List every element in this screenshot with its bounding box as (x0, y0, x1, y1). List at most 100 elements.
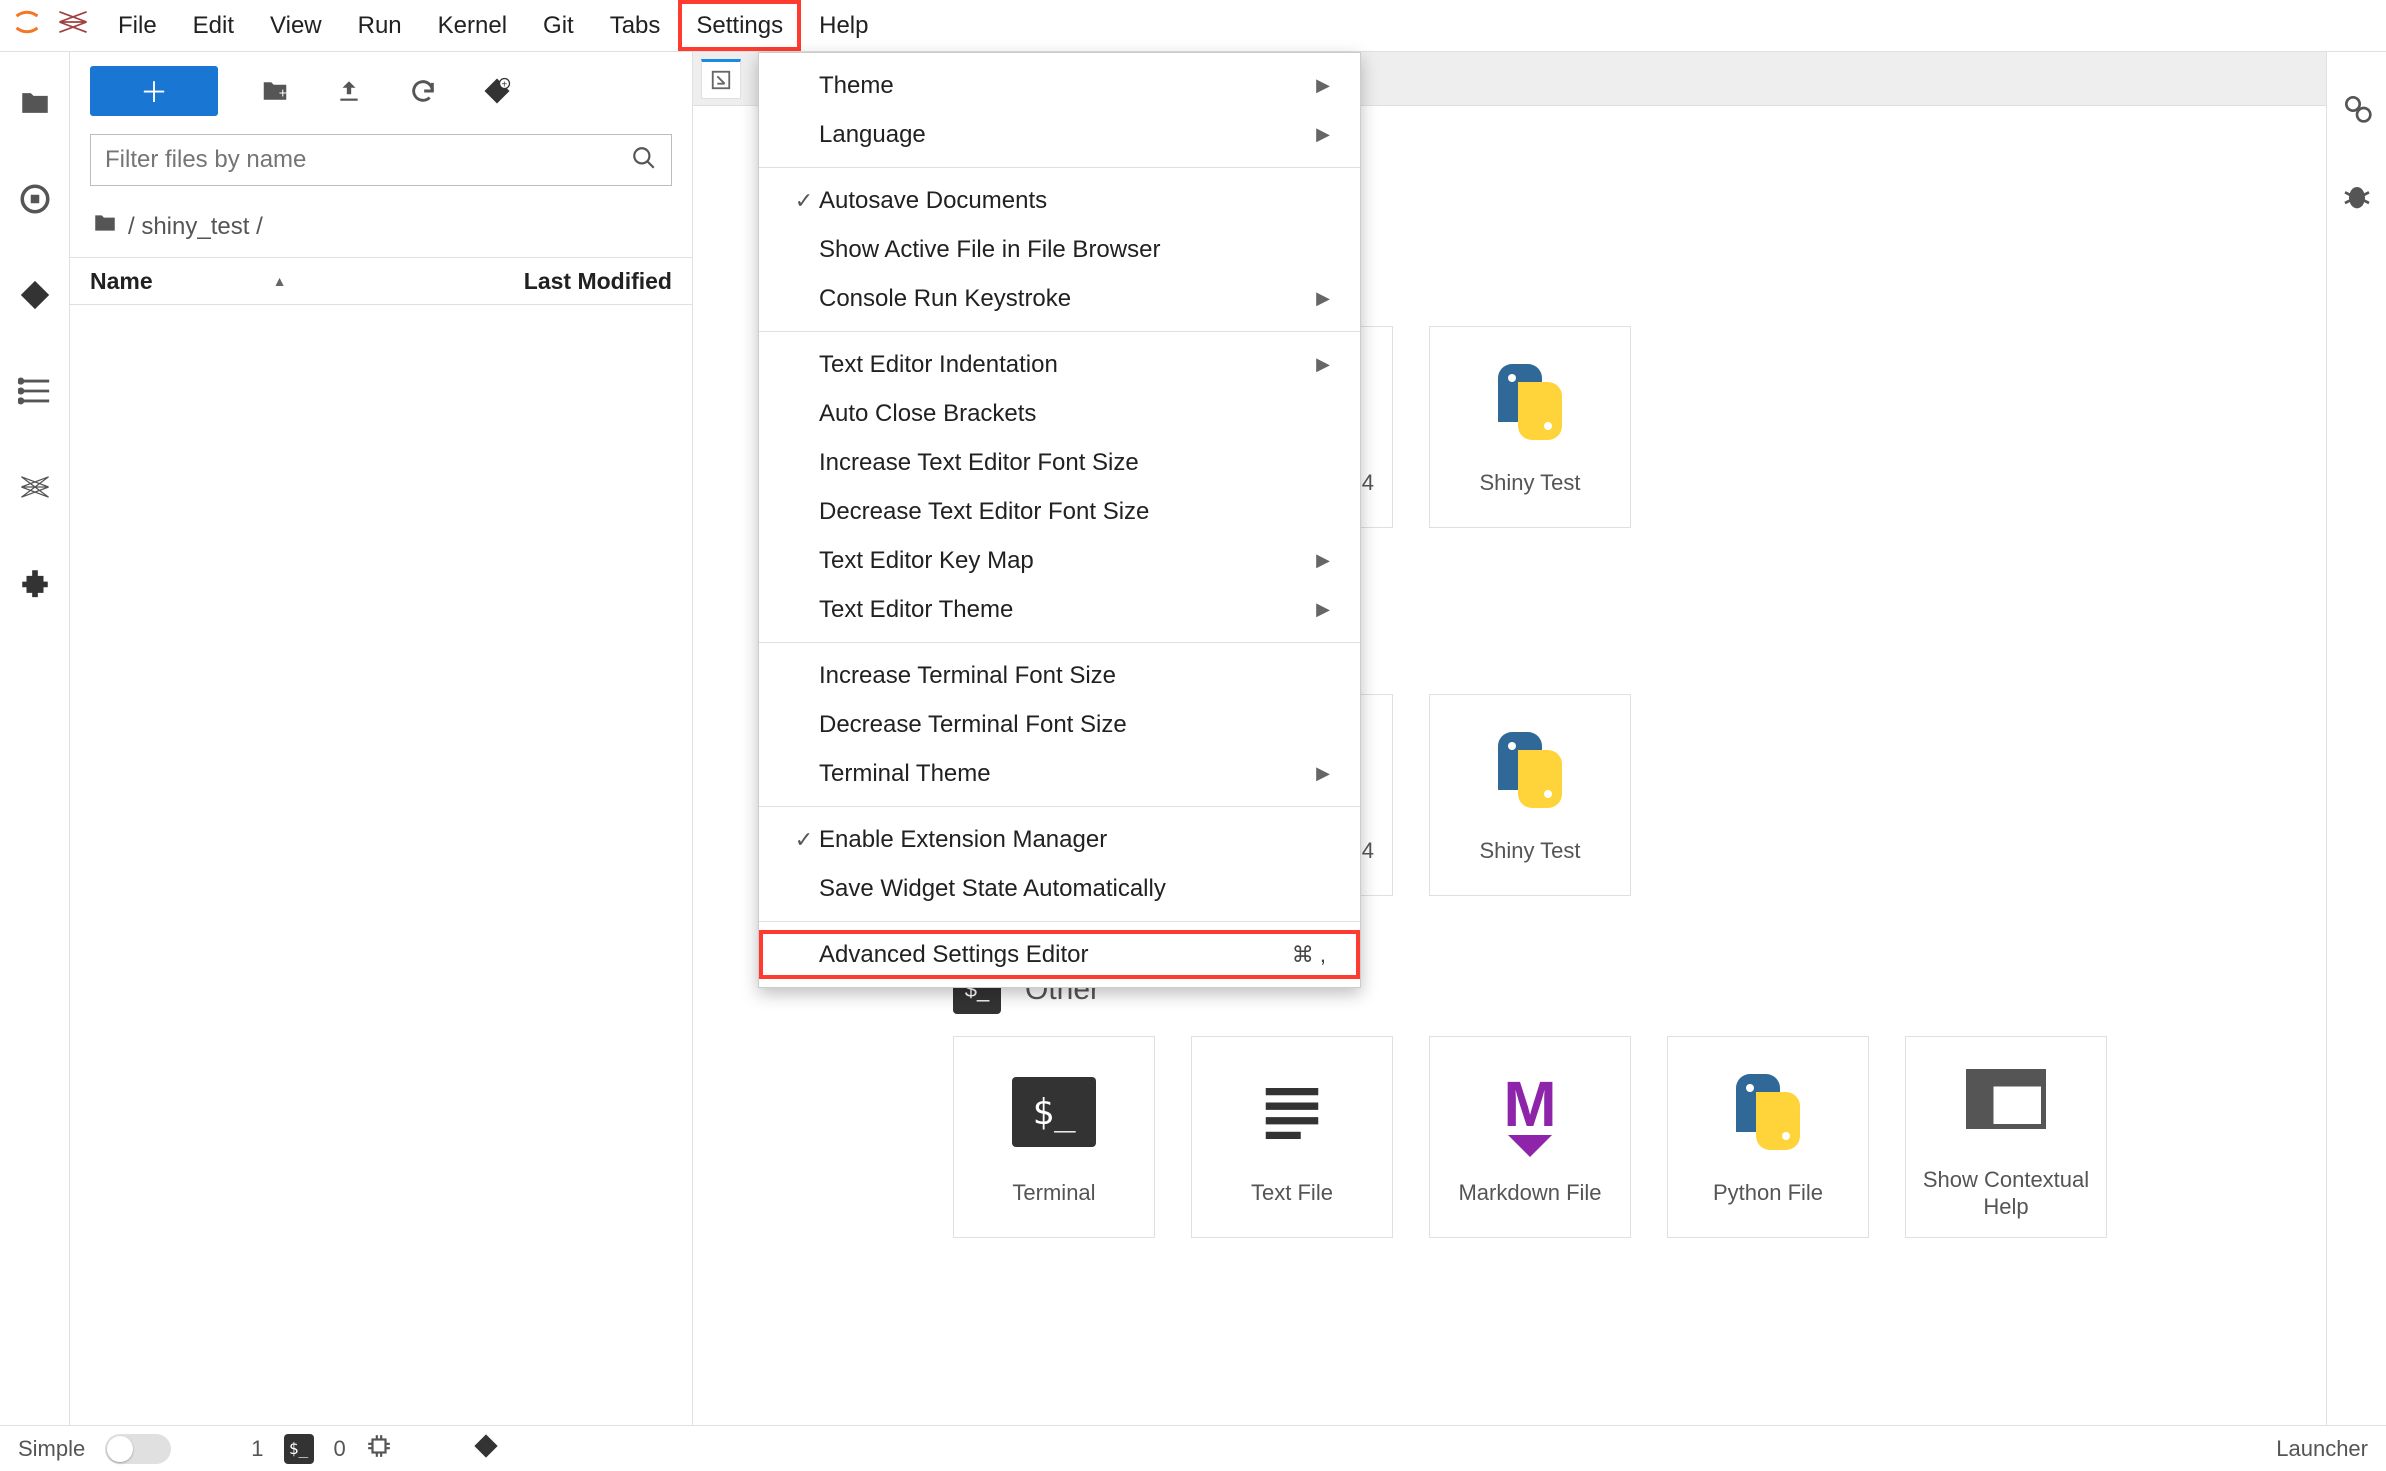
file-list-header: Name ▲ Last Modified (70, 257, 692, 305)
menu-git[interactable]: Git (525, 0, 592, 51)
python-logo-icon (1485, 725, 1575, 815)
toc-icon[interactable] (16, 372, 54, 410)
settings-item-decrease-text-editor-font-size[interactable]: Decrease Text Editor Font Size (759, 487, 1360, 536)
card-label: Shiny Test (1471, 837, 1588, 865)
menu-item-label: Console Run Keystroke (819, 285, 1316, 313)
menu-settings[interactable]: Settings (678, 0, 801, 51)
git-clone-button[interactable]: + (480, 74, 514, 108)
menu-item-label: Text Editor Indentation (819, 351, 1316, 379)
menu-tabs[interactable]: Tabs (592, 0, 679, 51)
settings-item-increase-terminal-font-size[interactable]: Increase Terminal Font Size (759, 651, 1360, 700)
col-name-label: Name (90, 268, 153, 295)
folder-icon (92, 210, 118, 243)
pytorch-logo-icon (56, 5, 90, 46)
menu-help[interactable]: Help (801, 0, 886, 51)
settings-item-auto-close-brackets[interactable]: Auto Close Brackets (759, 389, 1360, 438)
menu-item-label: Save Widget State Automatically (819, 875, 1330, 903)
shortcut-label: ⌘ , (1292, 942, 1330, 968)
running-icon[interactable] (16, 180, 54, 218)
debugger-icon[interactable] (2341, 179, 2373, 216)
git-status-icon[interactable] (472, 1432, 500, 1466)
settings-item-language[interactable]: Language▶ (759, 110, 1360, 159)
check-icon: ✓ (789, 827, 819, 853)
kernels-count: 0 (334, 1436, 346, 1462)
settings-item-advanced-settings-editor[interactable]: Advanced Settings Editor⌘ , (759, 930, 1360, 979)
file-list-empty (70, 305, 692, 1425)
menu-kernel[interactable]: Kernel (420, 0, 525, 51)
menu-item-label: Decrease Text Editor Font Size (819, 498, 1330, 526)
breadcrumb-path: / shiny_test / (128, 213, 263, 241)
settings-item-autosave-documents[interactable]: ✓Autosave Documents (759, 176, 1360, 225)
filter-input-wrapper[interactable] (90, 134, 672, 186)
terminal-status-icon[interactable]: $_ (284, 1434, 314, 1464)
text-file-icon (1247, 1067, 1337, 1157)
settings-item-decrease-terminal-font-size[interactable]: Decrease Terminal Font Size (759, 700, 1360, 749)
logo-group (6, 5, 100, 46)
chevron-right-icon: ▶ (1316, 550, 1330, 571)
terminal-icon: $_ (1009, 1067, 1099, 1157)
sort-indicator-icon: ▲ (273, 273, 287, 289)
card-label: Text File (1243, 1179, 1341, 1207)
terminals-count: 1 (251, 1436, 263, 1462)
chevron-right-icon: ▶ (1316, 599, 1330, 620)
menu-item-label: Enable Extension Manager (819, 826, 1330, 854)
breadcrumb[interactable]: / shiny_test / (70, 196, 692, 257)
col-name[interactable]: Name ▲ (90, 268, 452, 295)
new-folder-button[interactable]: + (258, 74, 292, 108)
menu-item-label: Increase Terminal Font Size (819, 662, 1330, 690)
nn-icon[interactable] (16, 468, 54, 506)
launcher-tab[interactable] (701, 59, 741, 99)
settings-item-terminal-theme[interactable]: Terminal Theme▶ (759, 749, 1360, 798)
simple-label: Simple (18, 1436, 85, 1462)
settings-item-enable-extension-manager[interactable]: ✓Enable Extension Manager (759, 815, 1360, 864)
menu-item-label: Auto Close Brackets (819, 400, 1330, 428)
settings-item-theme[interactable]: Theme▶ (759, 61, 1360, 110)
property-inspector-icon[interactable] (2341, 92, 2373, 129)
chevron-right-icon: ▶ (1316, 763, 1330, 784)
filter-input[interactable] (105, 146, 631, 174)
col-modified[interactable]: Last Modified (452, 268, 672, 295)
git-icon[interactable] (16, 276, 54, 314)
chevron-right-icon: ▶ (1316, 124, 1330, 145)
markdown-icon: M (1485, 1067, 1575, 1157)
python-logo-icon (1485, 357, 1575, 447)
new-launcher-button[interactable]: ＋ (90, 66, 218, 116)
svg-text:+: + (279, 85, 287, 100)
settings-item-show-active-file-in-file-browser[interactable]: Show Active File in File Browser (759, 225, 1360, 274)
menu-item-label: Language (819, 121, 1316, 149)
card-markdown-file[interactable]: M Markdown File (1429, 1036, 1631, 1238)
menu-item-label: Decrease Terminal Font Size (819, 711, 1330, 739)
upload-button[interactable] (332, 74, 366, 108)
settings-item-text-editor-indentation[interactable]: Text Editor Indentation▶ (759, 340, 1360, 389)
card-python-file[interactable]: Python File (1667, 1036, 1869, 1238)
menu-item-label: Theme (819, 72, 1316, 100)
card-contextual-help[interactable]: Show Contextual Help (1905, 1036, 2107, 1238)
menu-item-label: Increase Text Editor Font Size (819, 449, 1330, 477)
settings-item-save-widget-state-automatically[interactable]: Save Widget State Automatically (759, 864, 1360, 913)
kernel-status-icon[interactable] (366, 1433, 392, 1465)
refresh-button[interactable] (406, 74, 440, 108)
menu-file[interactable]: File (100, 0, 175, 51)
contextual-help-icon (1961, 1054, 2051, 1144)
settings-item-text-editor-key-map[interactable]: Text Editor Key Map▶ (759, 536, 1360, 585)
mode-label: Launcher (2276, 1436, 2368, 1462)
other-cards: $_ Terminal Text File M Markdown File (953, 1036, 2266, 1238)
settings-item-console-run-keystroke[interactable]: Console Run Keystroke▶ (759, 274, 1360, 323)
extension-icon[interactable] (16, 564, 54, 602)
card-shiny-notebook[interactable]: Shiny Test (1429, 326, 1631, 528)
card-shiny-console[interactable]: Shiny Test (1429, 694, 1631, 896)
left-sidebar (0, 52, 70, 1425)
menu-edit[interactable]: Edit (175, 0, 252, 51)
menu-run[interactable]: Run (340, 0, 420, 51)
menu-item-label: Show Active File in File Browser (819, 236, 1330, 264)
settings-item-text-editor-theme[interactable]: Text Editor Theme▶ (759, 585, 1360, 634)
menu-view[interactable]: View (252, 0, 340, 51)
search-icon (631, 145, 657, 176)
card-text-file[interactable]: Text File (1191, 1036, 1393, 1238)
simple-toggle[interactable] (105, 1434, 171, 1464)
menu-item-label: Text Editor Theme (819, 596, 1316, 624)
settings-item-increase-text-editor-font-size[interactable]: Increase Text Editor Font Size (759, 438, 1360, 487)
card-label: Python File (1705, 1179, 1831, 1207)
card-terminal[interactable]: $_ Terminal (953, 1036, 1155, 1238)
folder-icon[interactable] (16, 84, 54, 122)
